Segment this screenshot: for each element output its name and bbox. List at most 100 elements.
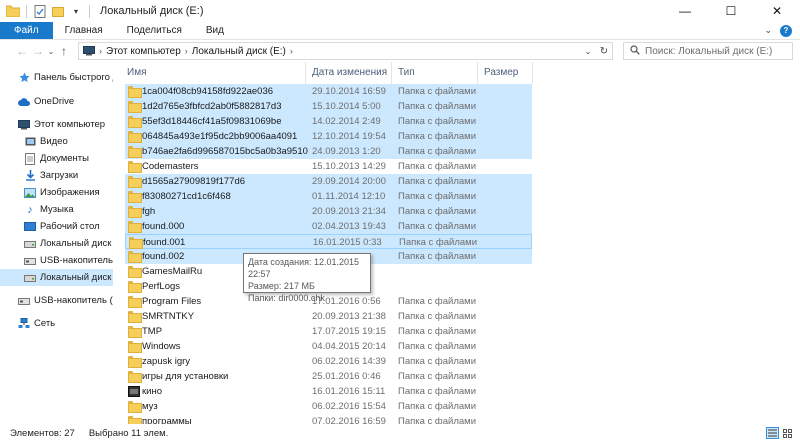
file-type: Папка с файлами xyxy=(398,161,477,172)
table-row[interactable]: кино 16.01.2016 15:11 Папка с файлами xyxy=(125,384,532,399)
nav-item-videos[interactable]: Видео xyxy=(0,133,113,150)
folder-icon xyxy=(128,371,142,383)
table-row[interactable]: TMP 17.07.2015 19:15 Папка с файлами xyxy=(125,324,532,339)
help-icon[interactable]: ? xyxy=(780,24,792,37)
nav-item-pictures[interactable]: Изображения xyxy=(0,184,113,201)
file-type: Папка с файлами xyxy=(398,386,477,397)
file-date: 29.09.2014 20:00 xyxy=(312,176,386,187)
table-row[interactable]: 55ef3d18446cf41a5f09831069be 14.02.2014 2… xyxy=(125,114,532,129)
search-icon xyxy=(630,44,640,58)
back-button[interactable]: ← xyxy=(14,42,30,60)
nav-item-this-pc[interactable]: Этот компьютер xyxy=(0,116,113,133)
folder-icon xyxy=(128,251,142,263)
table-row[interactable]: Windows 04.04.2015 20:14 Папка с файлами xyxy=(125,339,532,354)
address-dropdown-icon[interactable]: ⌄ xyxy=(580,47,596,56)
folder-icon xyxy=(128,416,142,424)
table-row[interactable]: 064845a493e1f95dc2bb9006aa4091 12.10.2014… xyxy=(125,129,532,144)
folder-icon xyxy=(128,326,142,338)
nav-item-quick-access[interactable]: Панель быстрого до xyxy=(0,69,113,86)
table-row[interactable]: SMRTNTKY 20.09.2013 21:38 Папка с файлами xyxy=(125,309,532,324)
file-type: Папка с файлами xyxy=(398,326,477,337)
nav-item-drive-c[interactable]: Локальный диск (C xyxy=(0,235,113,252)
refresh-icon[interactable]: ↻ xyxy=(596,46,612,57)
breadcrumb-drive-e[interactable]: Локальный диск (E:) xyxy=(192,46,286,57)
column-header-name[interactable]: Имя xyxy=(127,67,146,78)
folder-icon xyxy=(128,401,142,413)
title-bar: ▾ Локальный диск (E:) — ☐ ✕ xyxy=(0,0,800,22)
table-row[interactable]: fgh 20.09.2013 21:34 Папка с файлами xyxy=(125,204,532,219)
status-bar: Элементов: 27 Выбрано 11 элем. xyxy=(0,424,800,442)
nav-item-music[interactable]: ♪ Музыка xyxy=(0,201,113,218)
sort-ascending-icon: ⌃ xyxy=(310,62,316,66)
file-name: TMP xyxy=(142,326,163,337)
close-button[interactable]: ✕ xyxy=(754,0,800,22)
folder-icon xyxy=(128,281,142,293)
table-row[interactable]: игры для установки 25.01.2016 0:46 Папка с… xyxy=(125,369,532,384)
table-row[interactable]: f83080271cd1c6f468 01.11.2014 12:10 Папка … xyxy=(125,189,532,204)
minimize-button[interactable]: — xyxy=(662,0,708,22)
table-row[interactable]: zapusk igry 06.02.2016 14:39 Папка с файла… xyxy=(125,354,532,369)
up-button[interactable]: ↑ xyxy=(56,42,72,60)
nav-item-desktop[interactable]: Рабочий стол xyxy=(0,218,113,235)
file-name: d1565a27909819f177d6 xyxy=(142,176,246,187)
column-divider[interactable] xyxy=(391,62,392,84)
details-view-icon[interactable] xyxy=(766,427,779,439)
folder-icon xyxy=(128,266,142,278)
video-icon xyxy=(24,136,36,148)
column-divider[interactable] xyxy=(305,62,306,84)
table-row[interactable]: found.001 16.01.2015 0:33 Папка с файлами xyxy=(125,234,532,249)
expand-ribbon-icon[interactable]: ⌄ xyxy=(764,25,772,36)
computer-icon xyxy=(83,46,95,56)
file-name: Program Files xyxy=(142,296,202,307)
column-divider[interactable] xyxy=(477,62,478,84)
breadcrumb-this-pc[interactable]: Этот компьютер xyxy=(106,46,181,57)
file-name: SMRTNTKY xyxy=(142,311,195,322)
file-date: 16.01.2016 15:11 xyxy=(312,386,386,397)
tab-view[interactable]: Вид xyxy=(194,22,236,39)
table-row[interactable]: 1ca004f08cb94158fd922ae036 29.10.2014 16:… xyxy=(125,84,532,99)
large-icons-view-icon[interactable] xyxy=(781,427,794,439)
table-row[interactable]: муз 06.02.2016 15:54 Папка с файлами xyxy=(125,399,532,414)
properties-icon[interactable] xyxy=(33,4,47,18)
column-divider[interactable] xyxy=(532,62,533,84)
column-header-type[interactable]: Тип xyxy=(398,67,415,78)
table-row[interactable]: d1565a27909819f177d6 29.09.2014 20:00 Папк… xyxy=(125,174,532,189)
table-row[interactable]: 1d2d765e3fbfcd2ab0f5882817d3 15.10.2014 5… xyxy=(125,99,532,114)
nav-item-network[interactable]: Сеть xyxy=(0,315,113,332)
nav-item-drive-e[interactable]: Локальный диск (E xyxy=(0,269,113,286)
nav-item-documents[interactable]: Документы xyxy=(0,150,113,167)
tab-share[interactable]: Поделиться xyxy=(115,22,194,39)
forward-button[interactable]: → xyxy=(30,42,46,60)
table-row[interactable]: Codemasters 15.10.2013 14:29 Папка с файла… xyxy=(125,159,532,174)
downloads-icon xyxy=(24,170,36,182)
customize-dropdown-icon[interactable]: ▾ xyxy=(69,4,83,18)
column-header-size[interactable]: Размер xyxy=(484,67,518,78)
nav-item-usb-d[interactable]: USB-накопитель (D xyxy=(0,252,113,269)
table-row[interactable]: b746ae2fa6d996587015bc5a0b3a9510 24.09.20… xyxy=(125,144,532,159)
column-header-date[interactable]: Дата изменения xyxy=(312,67,387,78)
address-bar[interactable]: › Этот компьютер › Локальный диск (E:) ›… xyxy=(78,42,613,60)
new-folder-icon[interactable] xyxy=(51,4,65,18)
maximize-button[interactable]: ☐ xyxy=(708,0,754,22)
file-type: Папка с файлами xyxy=(398,371,477,382)
file-date: 24.09.2013 1:20 xyxy=(312,146,381,157)
tab-home[interactable]: Главная xyxy=(53,22,115,39)
nav-item-usb-d-root[interactable]: USB-накопитель (D:) xyxy=(0,292,113,309)
star-icon xyxy=(18,72,30,84)
search-input[interactable]: Поиск: Локальный диск (E:) xyxy=(623,42,793,60)
file-name: 1ca004f08cb94158fd922ae036 xyxy=(142,86,274,97)
folder-icon xyxy=(128,311,142,323)
file-name: игры для установки xyxy=(142,371,229,382)
recent-locations-button[interactable]: ⌄ xyxy=(46,42,56,60)
nav-item-downloads[interactable]: Загрузки xyxy=(0,167,113,184)
file-date: 15.10.2013 14:29 xyxy=(312,161,386,172)
navigation-bar: ← → ⌄ ↑ › Этот компьютер › Локальный дис… xyxy=(0,40,800,62)
folder-icon xyxy=(128,131,142,143)
tab-file[interactable]: Файл xyxy=(0,22,53,39)
file-date: 01.11.2014 12:10 xyxy=(312,191,386,202)
file-date: 14.02.2014 2:49 xyxy=(312,116,381,127)
table-row[interactable]: found.000 02.04.2013 19:43 Папка с файлами xyxy=(125,219,532,234)
nav-item-onedrive[interactable]: OneDrive xyxy=(0,93,113,110)
table-row[interactable]: программы 07.02.2016 16:59 Папка с файлами xyxy=(125,414,532,424)
ribbon-tabs: Файл Главная Поделиться Вид ⌄ ? xyxy=(0,22,800,40)
